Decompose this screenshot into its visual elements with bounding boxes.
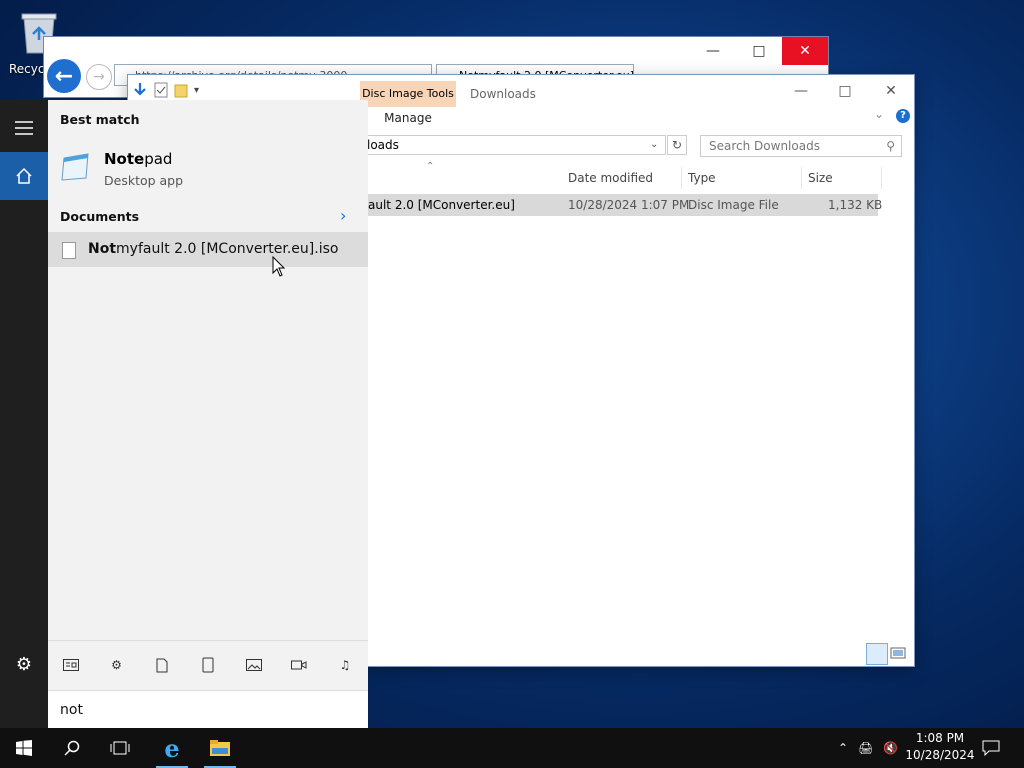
details-view-icon[interactable]: [866, 643, 888, 665]
documents-heading[interactable]: Documents: [60, 209, 139, 224]
start-button[interactable]: [0, 728, 48, 768]
quick-access-toolbar: ▾: [132, 79, 199, 101]
chevron-up-icon[interactable]: ⌃: [838, 741, 848, 755]
start-rail: ⚙: [0, 100, 48, 728]
notepad-title-rest: pad: [144, 150, 173, 168]
task-view-icon: [110, 741, 130, 755]
search-placeholder: Search Downloads: [709, 139, 820, 153]
search-icon: ⚲: [886, 139, 895, 153]
task-view-button[interactable]: [96, 728, 144, 768]
tablet-filter-icon[interactable]: [196, 653, 220, 677]
clock-date: 10/28/2024: [905, 748, 975, 762]
qat-dropdown-icon[interactable]: ▾: [194, 85, 199, 96]
search-icon: [64, 740, 80, 756]
music-filter-icon[interactable]: ♫: [333, 653, 357, 677]
document-name-match: Not: [88, 241, 117, 257]
taskbar-file-explorer[interactable]: [196, 728, 244, 768]
home-icon: [16, 167, 32, 184]
document-name: Notmyfault 2.0 [MConverter.eu].iso: [88, 241, 338, 257]
notepad-subtitle: Desktop app: [104, 173, 184, 188]
new-folder-icon[interactable]: [174, 82, 188, 98]
network-icon[interactable]: 🖨: [858, 741, 873, 755]
back-arrow-icon: ←: [54, 63, 74, 89]
action-center-icon: [982, 740, 1000, 756]
chevron-right-icon[interactable]: ›: [340, 206, 346, 225]
taskbar-clock[interactable]: 1:08 PM 10/28/2024: [902, 730, 978, 766]
ie-forward-button[interactable]: →: [86, 64, 112, 90]
explorer-title: Downloads: [470, 87, 536, 101]
expand-menu-button[interactable]: [0, 104, 48, 152]
notepad-app-icon: [61, 153, 89, 181]
explorer-close-button[interactable]: ✕: [868, 77, 914, 105]
manage-tab[interactable]: Manage: [360, 107, 456, 129]
ribbon-expand-chevron-icon[interactable]: ⌄: [874, 107, 884, 121]
notepad-result[interactable]: [48, 144, 368, 192]
system-tray: ⌃ 🖨 🔇: [838, 728, 898, 768]
column-date-modified[interactable]: Date modified: [562, 167, 682, 189]
document-name-rest: myfault 2.0 [MConverter.eu].iso: [116, 241, 339, 257]
explorer-minimize-button[interactable]: —: [778, 77, 824, 105]
mouse-cursor-icon: [272, 256, 286, 277]
notepad-title: Notepad: [104, 150, 172, 168]
column-size[interactable]: Size: [802, 167, 882, 189]
search-query-input[interactable]: not: [48, 690, 368, 728]
start-search-panel: Best match Notepad Desktop app Documents…: [48, 100, 368, 728]
disc-image-tools-tab[interactable]: Disc Image Tools: [360, 81, 456, 107]
file-date: 10/28/2024 1:07 PM: [568, 198, 690, 212]
sort-ascending-icon: ⌃: [426, 161, 435, 172]
recycle-bin-label: Recycl: [9, 62, 48, 76]
file-name: ault 2.0 [MConverter.eu]: [368, 198, 515, 212]
ie-back-button[interactable]: ←: [47, 59, 81, 93]
file-size: 1,132 KB: [828, 198, 883, 212]
taskbar-internet-explorer[interactable]: e: [148, 728, 196, 768]
download-arrow-icon[interactable]: [132, 82, 148, 98]
photos-filter-icon[interactable]: [242, 653, 266, 677]
ie-maximize-button[interactable]: □: [736, 37, 782, 65]
search-button[interactable]: [48, 728, 96, 768]
settings-filter-icon[interactable]: ⚙: [105, 653, 129, 677]
internet-explorer-icon: e: [164, 733, 180, 763]
properties-icon[interactable]: [154, 82, 168, 98]
documents-filter-icon[interactable]: [150, 653, 174, 677]
file-type: Disc Image File: [688, 198, 779, 212]
hamburger-icon: [15, 121, 33, 135]
help-icon[interactable]: ?: [896, 109, 910, 123]
volume-muted-icon[interactable]: 🔇: [883, 741, 898, 755]
search-downloads-input[interactable]: Search Downloads ⚲: [700, 135, 902, 157]
videos-filter-icon[interactable]: [287, 653, 311, 677]
windows-logo-icon: [16, 740, 32, 756]
search-filter-bar: ⚙ ♫: [48, 640, 368, 689]
file-explorer-icon: [210, 740, 230, 756]
column-type[interactable]: Type: [682, 167, 802, 189]
clock-time: 1:08 PM: [915, 731, 965, 745]
large-icons-view-icon[interactable]: [890, 645, 906, 661]
taskbar: e ⌃ 🖨 🔇 1:08 PM 10/28/2024: [0, 728, 1024, 768]
best-match-heading: Best match: [60, 112, 140, 127]
refresh-icon[interactable]: ↻: [667, 135, 687, 155]
ie-close-button[interactable]: ✕: [782, 37, 828, 65]
settings-button[interactable]: ⚙: [0, 640, 48, 688]
apps-filter-icon[interactable]: [59, 653, 83, 677]
path-dropdown-icon[interactable]: ⌄: [650, 135, 664, 155]
ie-minimize-button[interactable]: —: [690, 37, 736, 65]
home-button[interactable]: [0, 152, 48, 200]
notepad-title-match: Note: [104, 150, 145, 168]
forward-arrow-icon: →: [93, 69, 105, 85]
gear-icon: ⚙: [15, 653, 33, 675]
notifications-button[interactable]: [982, 728, 1000, 768]
iso-file-icon: [62, 242, 76, 259]
explorer-maximize-button[interactable]: □: [822, 77, 868, 105]
address-path[interactable]: loads: [350, 135, 666, 155]
